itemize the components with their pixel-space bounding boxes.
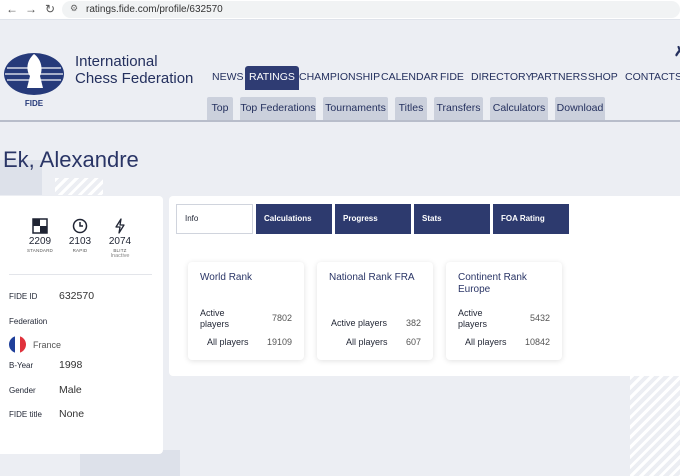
site-settings-icon[interactable]: ⚙ (70, 3, 78, 14)
all-players-value: 19109 (266, 337, 292, 347)
active-players-label: Active players (200, 308, 230, 329)
subnav-tournaments[interactable]: Tournaments (323, 97, 388, 120)
org-name-line2: Chess Federation (75, 70, 194, 87)
standard-board-icon (32, 218, 48, 234)
all-players-value: 607 (405, 337, 421, 347)
nav-partners[interactable]: PARTNERS (531, 66, 587, 90)
url-text[interactable]: ratings.fide.com/profile/632570 (86, 4, 223, 15)
tab-info[interactable]: Info (176, 204, 253, 234)
continent-rank-card: Continent Rank Europe Active players 543… (446, 262, 562, 360)
nav-shop[interactable]: SHOP (588, 66, 618, 90)
subnav-transfers[interactable]: Transfers (434, 97, 483, 120)
rating-rapid-value: 2103 (68, 236, 92, 247)
all-players-label: All players (207, 337, 249, 347)
info-panel: Info Calculations Progress Stats FOA Rat… (169, 196, 680, 376)
subnav-titles[interactable]: Titles (395, 97, 427, 120)
tab-foa-rating[interactable]: FOA Rating (493, 204, 569, 234)
all-players-value: 10842 (524, 337, 550, 347)
fide-id-label: FIDE ID (9, 292, 38, 301)
byear-value: 1998 (59, 359, 83, 371)
nav-news[interactable]: NEWS (212, 66, 244, 90)
close-icon[interactable]: ✗ (674, 43, 680, 60)
clock-icon (72, 218, 88, 234)
rating-standard-value: 2209 (28, 236, 52, 247)
national-rank-card: National Rank FRA Active players 382 All… (317, 262, 433, 360)
rating-standard: 2209 STANDARD (20, 218, 60, 253)
byear-label: B-Year (9, 361, 34, 370)
fide-title-value: None (59, 408, 85, 420)
header-divider (0, 120, 680, 122)
all-players-label: All players (465, 337, 507, 347)
france-flag-icon (9, 336, 26, 353)
arrow-left-icon[interactable]: ← (6, 2, 18, 16)
active-players-label: Active players (331, 318, 388, 328)
rating-rapid-label: RAPID (72, 248, 88, 253)
fide-logo[interactable]: FIDE (3, 48, 65, 110)
nav-contacts[interactable]: CONTACTS (625, 66, 680, 90)
all-players-label: All players (346, 337, 388, 347)
logo-text: FIDE (25, 99, 44, 108)
fide-id-value: 632570 (59, 290, 95, 302)
arrow-right-icon[interactable]: → (25, 2, 37, 16)
world-rank-card: World Rank Active players 7802 All playe… (188, 262, 304, 360)
tab-stats[interactable]: Stats (414, 204, 490, 234)
federation-label: Federation (9, 317, 48, 326)
org-name-line1: International (75, 53, 158, 70)
active-players-value: 7802 (271, 313, 292, 323)
gender-value: Male (59, 384, 82, 396)
tab-calculations[interactable]: Calculations (256, 204, 332, 234)
nav-championship[interactable]: CHAMPIONSHIP (299, 66, 380, 90)
card-divider (9, 274, 152, 275)
decor-stripes (630, 376, 680, 476)
nav-ratings[interactable]: RATINGS (245, 66, 299, 90)
subnav-top-federations[interactable]: Top Federations (240, 97, 316, 120)
gender-label: Gender (9, 386, 36, 395)
rating-blitz-value: 2074 (108, 236, 132, 247)
nav-directory[interactable]: DIRECTORY (471, 66, 532, 90)
active-players-value: 5432 (529, 313, 550, 323)
browser-toolbar: ← → ↻ ⚙ ratings.fide.com/profile/632570 (0, 0, 680, 20)
rating-rapid: 2103 RAPID (60, 218, 100, 253)
player-name: Ek, Alexandre (3, 147, 139, 172)
rating-blitz-status: Inactive (110, 253, 130, 259)
fide-title-label: FIDE title (9, 410, 42, 419)
rating-standard-label: STANDARD (26, 248, 54, 253)
lightning-icon (115, 218, 125, 234)
subnav-top[interactable]: Top (207, 97, 233, 120)
federation-country: France (33, 340, 62, 350)
profile-card: 2209 STANDARD 2103 RAPID 2074 BLITZ Inac… (0, 196, 163, 454)
reload-icon[interactable]: ↻ (45, 2, 55, 16)
address-bar[interactable]: ⚙ ratings.fide.com/profile/632570 (62, 1, 680, 18)
tab-progress[interactable]: Progress (335, 204, 411, 234)
subnav-download[interactable]: Download (555, 97, 605, 120)
nav-fide[interactable]: FIDE (440, 66, 464, 90)
rank-card-title: Continent Rank Europe (458, 272, 527, 295)
rating-blitz: 2074 BLITZ Inactive (100, 218, 140, 259)
rank-card-title: World Rank (200, 272, 253, 283)
active-players-value: 382 (405, 318, 421, 328)
decor-stripes (55, 178, 103, 195)
active-players-label: Active players (458, 308, 488, 329)
nav-calendar[interactable]: CALENDAR (381, 66, 438, 90)
subnav-calculators[interactable]: Calculators (490, 97, 548, 120)
rank-card-title: National Rank FRA (329, 272, 415, 283)
